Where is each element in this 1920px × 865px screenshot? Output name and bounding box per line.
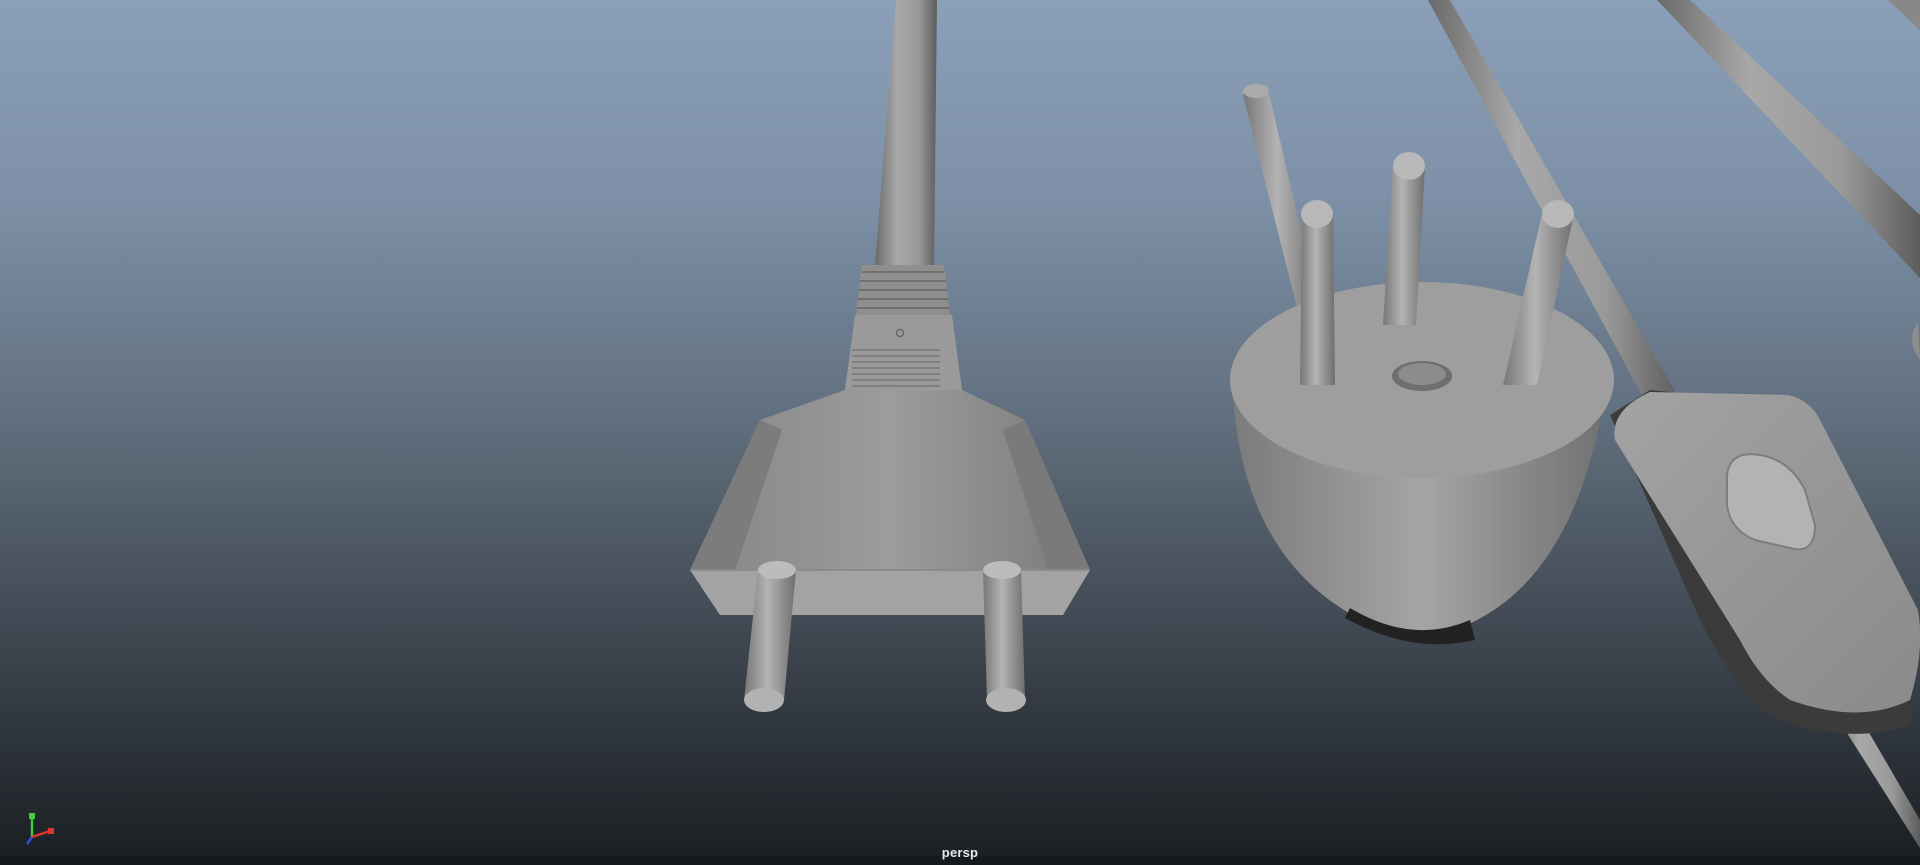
viewport-3d[interactable]: persp (0, 0, 1920, 865)
plug-cord (875, 0, 937, 265)
grip-ridges (852, 349, 940, 387)
pin-left (1300, 200, 1335, 385)
camera-label: persp (941, 845, 979, 860)
two-pin-plug[interactable] (690, 0, 1090, 712)
switch-housing (1614, 392, 1920, 713)
three-pin-round-plug[interactable] (1230, 84, 1614, 645)
right-pin (983, 561, 1026, 712)
axis-gizmo-icon (26, 813, 54, 845)
inline-switch[interactable] (1610, 390, 1920, 734)
scene-render[interactable] (0, 0, 1920, 865)
strain-relief (856, 265, 950, 315)
plug-front-face (690, 570, 1090, 615)
